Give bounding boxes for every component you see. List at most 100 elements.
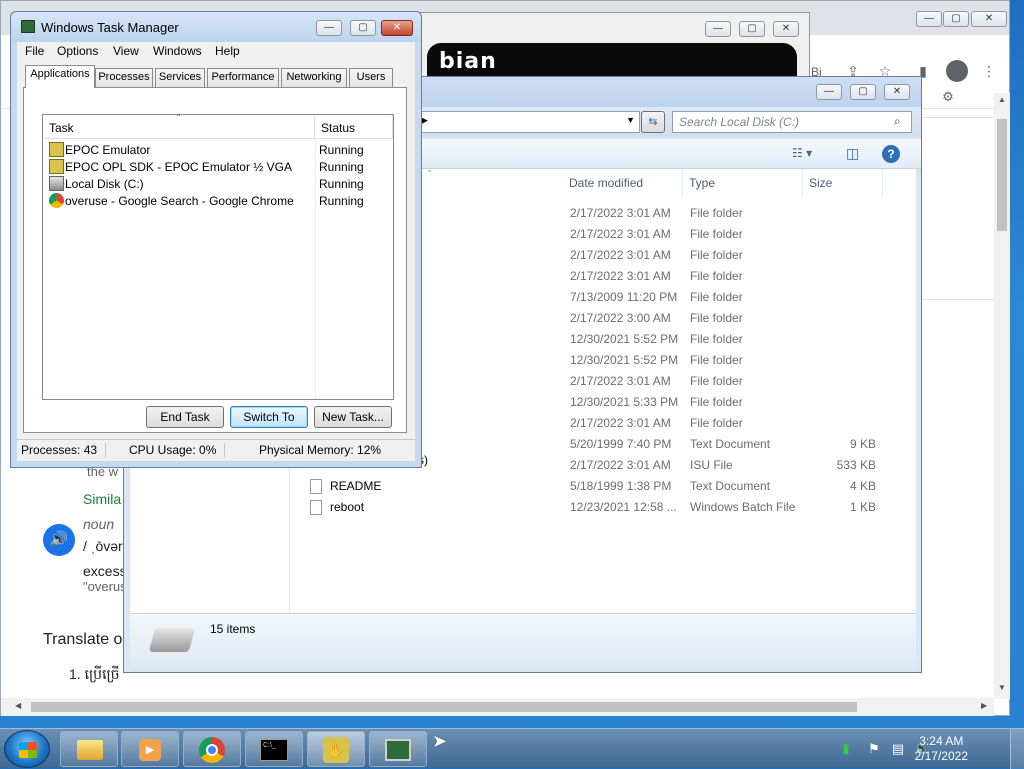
file-size: 533 KB	[836, 458, 876, 472]
menu-windows[interactable]: Windows	[153, 44, 202, 58]
page-text-khmer-item: 1. ប្រើច្រើ	[69, 666, 120, 682]
chrome-vertical-scrollbar[interactable]: ▲ ▼	[994, 93, 1010, 699]
task-list[interactable]: Task ⌃ Status EPOC Emulator Running EPOC O…	[42, 113, 394, 400]
file-type: File folder	[690, 206, 743, 220]
taskbar-chrome-button[interactable]	[183, 731, 241, 767]
scroll-left-arrow-icon[interactable]: ◀	[15, 701, 21, 710]
taskbar-epoc-button[interactable]: ✋	[307, 731, 365, 767]
address-dropdown-icon[interactable]: ▼	[626, 115, 635, 125]
breadcrumb-arrow-icon: ▶	[421, 115, 428, 125]
taskmgr-titlebar[interactable]: Windows Task Manager — ▢ ✕	[11, 12, 421, 42]
tray-network-icon[interactable]: ▤	[890, 741, 906, 757]
chrome-maximize-button[interactable]: ▢	[943, 11, 969, 27]
preview-pane-icon[interactable]: ◫	[846, 145, 859, 162]
scroll-up-arrow-icon[interactable]: ▲	[998, 95, 1006, 104]
refresh-button[interactable]: ⇆	[641, 111, 665, 133]
taskbar-clock[interactable]: 3:24 AM 2/17/2022	[915, 734, 968, 764]
start-button[interactable]	[4, 730, 50, 768]
page-text-similar[interactable]: Simila	[83, 491, 121, 507]
end-task-button[interactable]: End Task	[146, 406, 224, 428]
taskmgr-app-icon	[21, 20, 35, 33]
file-date: 2/17/2022 3:01 AM	[570, 248, 671, 262]
column-size[interactable]: Size	[803, 169, 883, 197]
tab-users[interactable]: Users	[349, 68, 393, 87]
tab-services[interactable]: Services	[155, 68, 205, 87]
help-icon[interactable]: ?	[882, 145, 900, 163]
column-date-modified[interactable]: Date modified	[563, 169, 683, 197]
item-count: 15 items	[210, 622, 256, 636]
menu-file[interactable]: File	[25, 44, 44, 58]
task-row[interactable]: Local Disk (C:) Running	[43, 175, 393, 192]
file-date: 12/23/2021 12:58 ...	[570, 500, 677, 514]
file-type: File folder	[690, 374, 743, 388]
tray-green-app-icon[interactable]: ▮	[838, 741, 854, 757]
file-row[interactable]: reboot 12/23/2021 12:58 ... Windows Batch …	[290, 497, 890, 518]
chrome-icon	[49, 193, 64, 208]
file-row[interactable]: README 5/18/1999 1:38 PM Text Document 4 KB	[290, 476, 890, 497]
taskbar-media-player-button[interactable]: ▶	[121, 731, 179, 767]
file-date: 5/18/1999 1:38 PM	[570, 479, 672, 493]
folder-icon	[77, 740, 103, 760]
tray-action-center-icon[interactable]: ⚑	[866, 741, 882, 757]
column-status[interactable]: Status	[315, 115, 393, 139]
file-date: 12/30/2021 5:52 PM	[570, 353, 679, 367]
tab-performance[interactable]: Performance	[207, 68, 279, 87]
taskmgr-close-button[interactable]: ✕	[381, 20, 413, 36]
file-type: File folder	[690, 311, 743, 325]
file-date: 2/17/2022 3:01 AM	[570, 227, 671, 241]
epoc-logo-text: bian	[439, 49, 497, 74]
chrome-menu-icon[interactable]: ⋮	[979, 61, 999, 81]
taskbar-cmd-button[interactable]: C:\_	[245, 731, 303, 767]
search-input[interactable]: Search Local Disk (C:)	[672, 111, 912, 133]
chrome-hscroll-thumb[interactable]	[31, 702, 857, 712]
taskmgr-maximize-button[interactable]: ▢	[350, 20, 376, 36]
address-input[interactable]: ▼ ▶	[414, 111, 640, 133]
explorer-minimize-button[interactable]: —	[816, 84, 842, 100]
menu-help[interactable]: Help	[215, 44, 240, 58]
details-pane: 15 items	[130, 613, 916, 669]
status-cpu-usage: CPU Usage: 0%	[129, 443, 226, 457]
file-date: 12/30/2021 5:52 PM	[570, 332, 679, 346]
explorer-close-button[interactable]: ✕	[884, 84, 910, 100]
search-icon[interactable]: ⌕	[894, 114, 901, 129]
column-type[interactable]: Type	[683, 169, 803, 197]
task-row[interactable]: EPOC OPL SDK - EPOC Emulator ½ VGA Runnin…	[43, 158, 393, 175]
pronunciation-speaker-icon[interactable]: 🔊	[43, 524, 75, 556]
chrome-page-divider-2	[921, 299, 994, 300]
scroll-right-arrow-icon[interactable]: ▶	[981, 701, 987, 710]
chrome-horizontal-scrollbar[interactable]: ◀ ▶	[1, 698, 994, 716]
task-row[interactable]: EPOC Emulator Running	[43, 141, 393, 158]
tab-applications[interactable]: Applications	[25, 65, 95, 88]
taskbar-explorer-button[interactable]	[60, 731, 118, 767]
chrome-icon-center	[206, 744, 218, 756]
profile-avatar[interactable]	[946, 60, 968, 82]
view-options-icon[interactable]: ☷ ▾	[792, 146, 812, 160]
taskmgr-minimize-button[interactable]: —	[316, 20, 342, 36]
file-name: reboot	[330, 500, 365, 514]
settings-gear-icon[interactable]: ⚙	[938, 87, 958, 107]
taskmgr-body: Applications Processes Services Performa…	[17, 62, 415, 461]
scroll-down-arrow-icon[interactable]: ▼	[998, 683, 1006, 692]
chrome-close-button[interactable]: ✕	[971, 11, 1007, 27]
epoc-minimize-button[interactable]: —	[705, 21, 731, 37]
epoc-maximize-button[interactable]: ▢	[739, 21, 765, 37]
file-type: File folder	[690, 248, 743, 262]
tab-networking[interactable]: Networking	[281, 68, 347, 87]
taskbar-taskmgr-button[interactable]	[369, 731, 427, 767]
batch-file-icon	[310, 500, 322, 515]
epoc-close-button[interactable]: ✕	[773, 21, 799, 37]
new-task-button[interactable]: New Task...	[314, 406, 392, 428]
chrome-minimize-button[interactable]: —	[916, 11, 942, 27]
tab-processes[interactable]: Processes	[95, 68, 153, 87]
applications-tab-page: Task ⌃ Status EPOC Emulator Running EPOC O…	[23, 87, 407, 433]
task-row[interactable]: overuse - Google Search - Google Chrome R…	[43, 192, 393, 209]
file-type: Windows Batch File	[690, 500, 796, 514]
page-text-translate[interactable]: Translate o	[43, 631, 122, 649]
show-desktop-button[interactable]	[1010, 729, 1024, 769]
menu-options[interactable]: Options	[57, 44, 98, 58]
menu-view[interactable]: View	[113, 44, 139, 58]
file-size: 4 KB	[849, 479, 876, 493]
switch-to-button[interactable]: Switch To	[230, 406, 308, 428]
explorer-maximize-button[interactable]: ▢	[850, 84, 876, 100]
chrome-vscroll-thumb[interactable]	[997, 119, 1007, 231]
